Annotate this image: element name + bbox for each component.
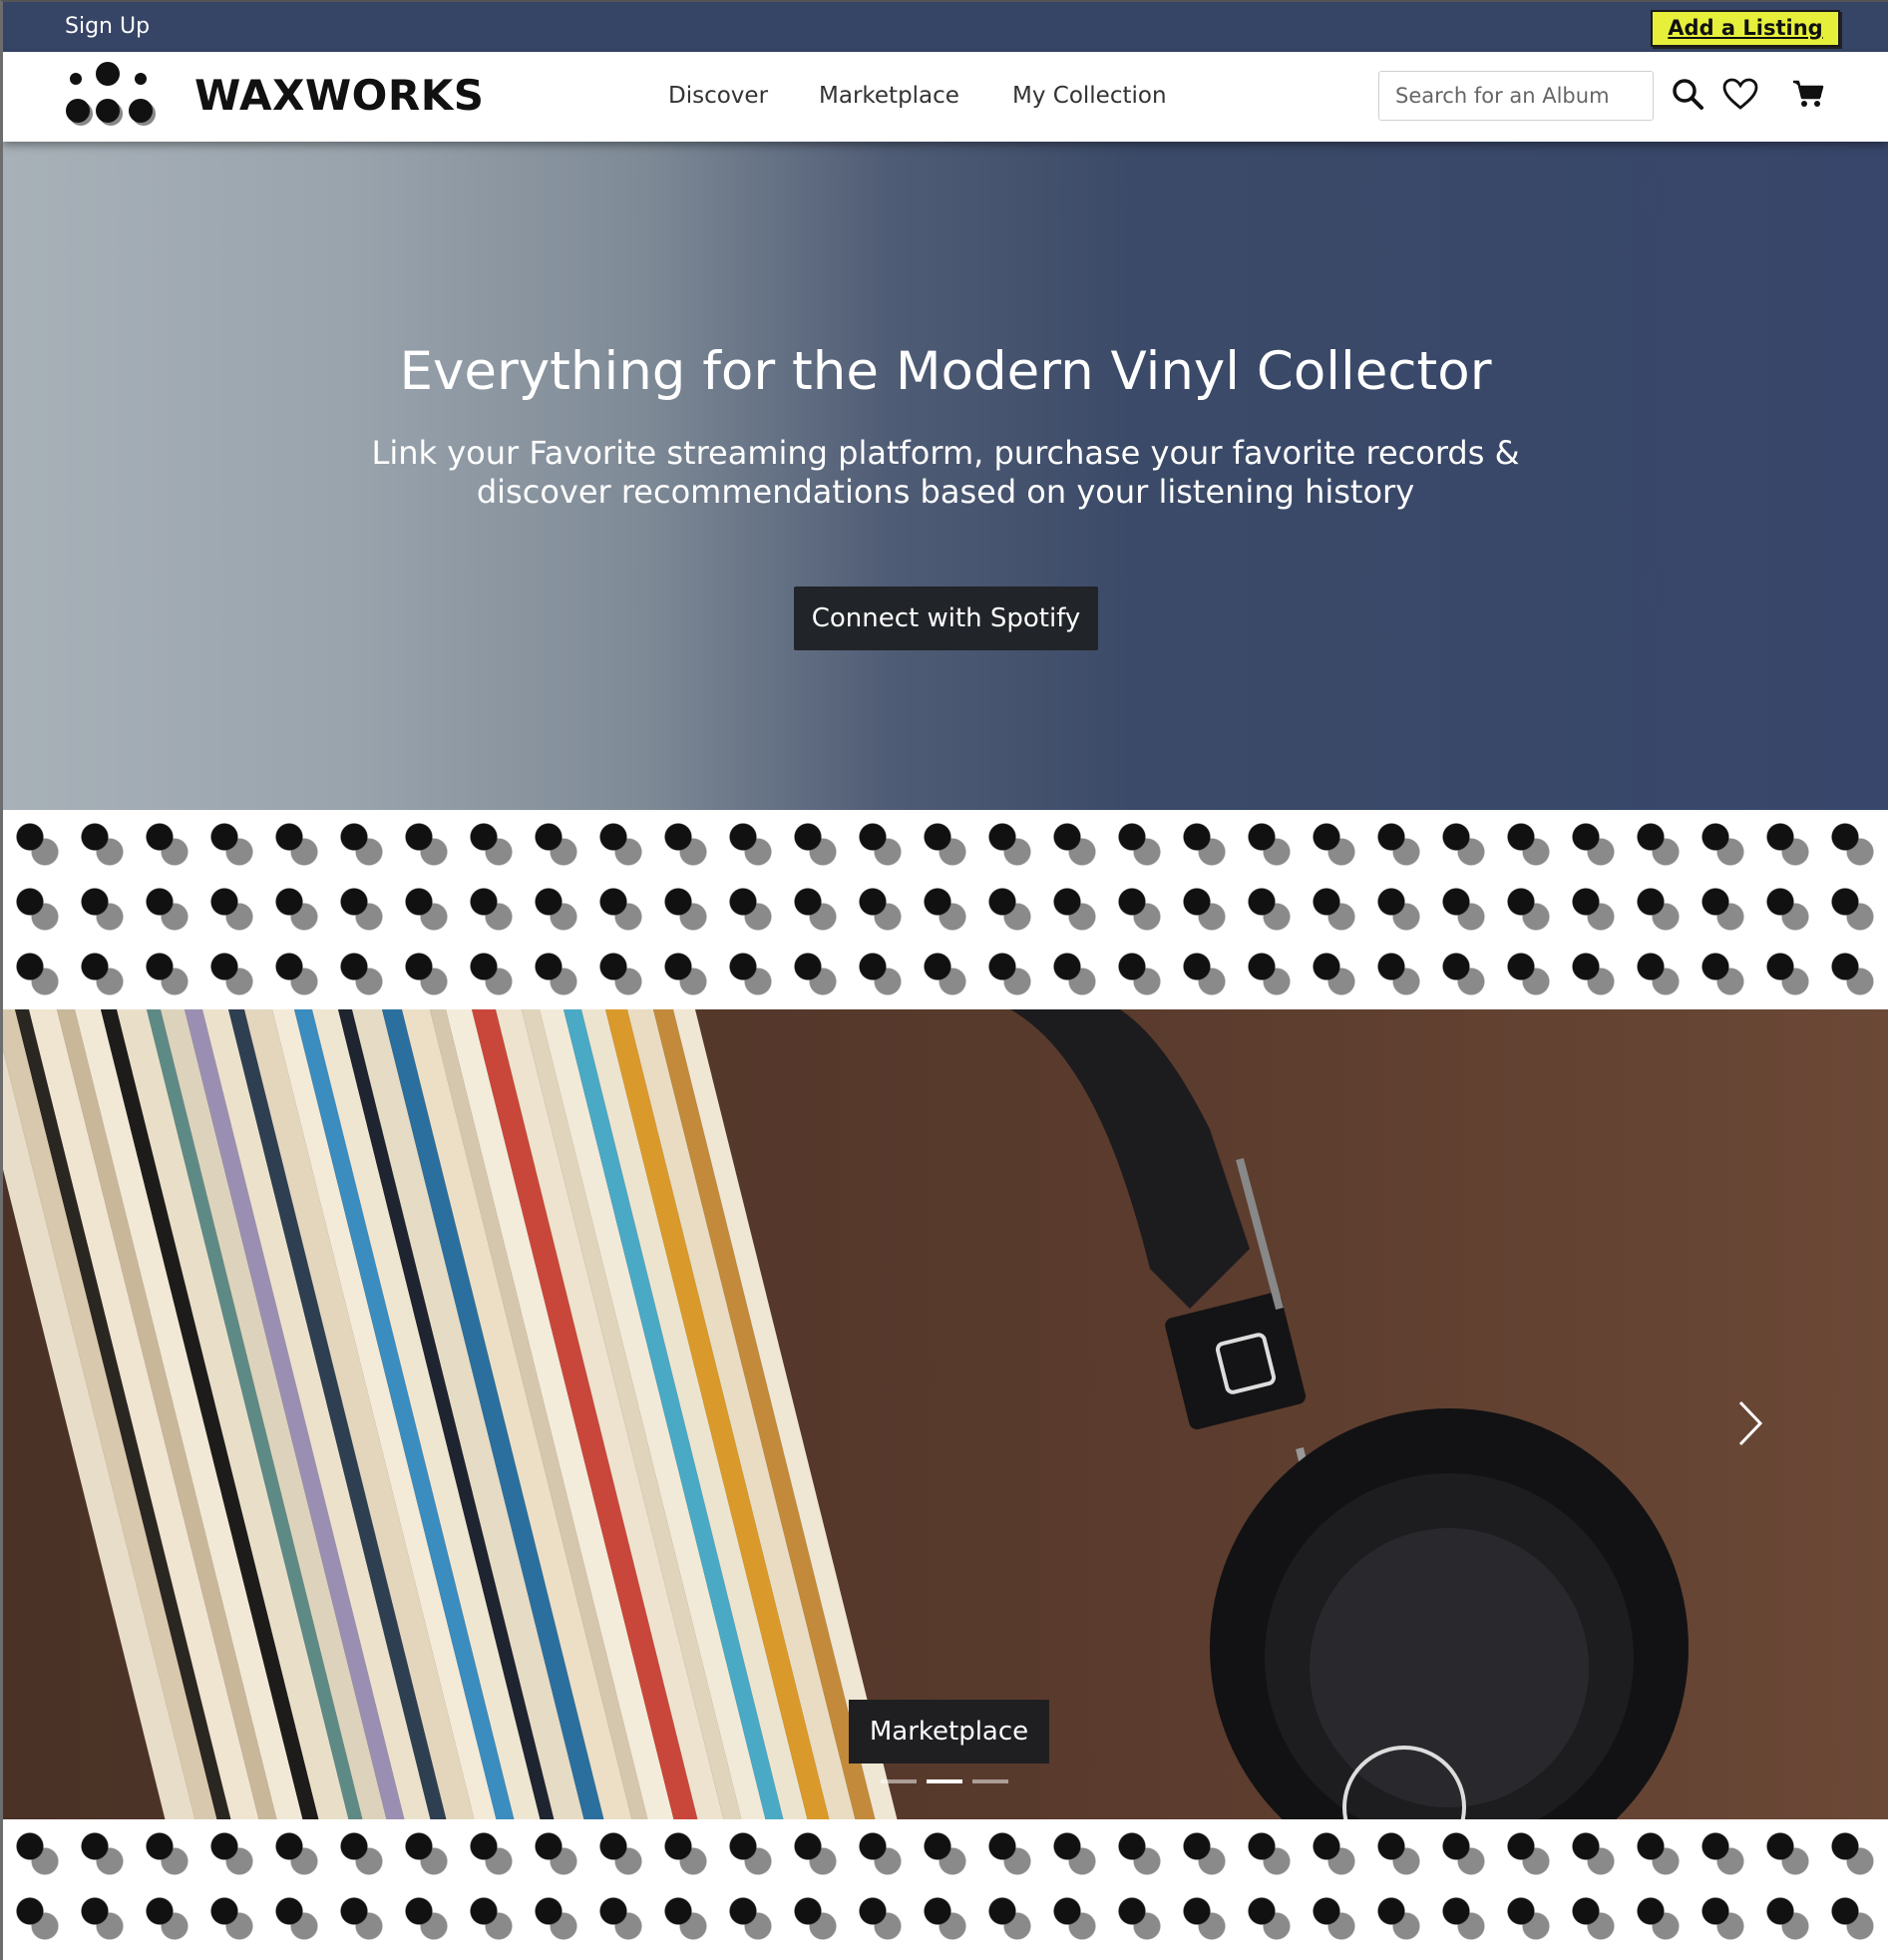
chevron-right-icon[interactable]	[1726, 1388, 1774, 1458]
dot-pattern-divider	[3, 810, 1888, 1009]
carousel-indicator[interactable]	[881, 1779, 917, 1783]
nav-link-discover[interactable]: Discover	[668, 83, 768, 109]
carousel-caption[interactable]: Marketplace	[849, 1700, 1049, 1764]
navbar: WAXWORKS Discover Marketplace My Collect…	[3, 52, 1888, 142]
page: Sign Up Add a Listing WAXWORKS Discover …	[0, 0, 1888, 1960]
add-listing-button[interactable]: Add a Listing	[1651, 10, 1840, 47]
carousel-slide-image	[3, 1009, 1888, 1819]
dot-pattern-divider-bottom	[3, 1819, 1888, 1960]
top-bar: Sign Up Add a Listing	[3, 2, 1888, 52]
brand-name[interactable]: WAXWORKS	[194, 71, 485, 120]
sign-up-link[interactable]: Sign Up	[65, 14, 150, 39]
search-input[interactable]	[1378, 71, 1654, 121]
nav-link-marketplace[interactable]: Marketplace	[819, 83, 959, 109]
hero-subtitle: Link your Favorite streaming platform, p…	[371, 434, 1520, 511]
connect-spotify-button[interactable]: Connect with Spotify	[794, 587, 1098, 650]
carousel-indicator[interactable]	[972, 1779, 1008, 1783]
carousel-indicators	[881, 1779, 1008, 1783]
hero-section: Everything for the Modern Vinyl Collecto…	[3, 142, 1888, 810]
carousel: Marketplace	[3, 1009, 1888, 1819]
hero-title: Everything for the Modern Vinyl Collecto…	[399, 341, 1492, 402]
nav-link-my-collection[interactable]: My Collection	[1012, 83, 1167, 109]
heart-icon[interactable]	[1720, 72, 1760, 116]
search-icon[interactable]	[1668, 72, 1707, 116]
carousel-indicator-active[interactable]	[927, 1779, 962, 1783]
cart-icon[interactable]	[1788, 72, 1828, 116]
logo-icon[interactable]	[61, 62, 157, 134]
